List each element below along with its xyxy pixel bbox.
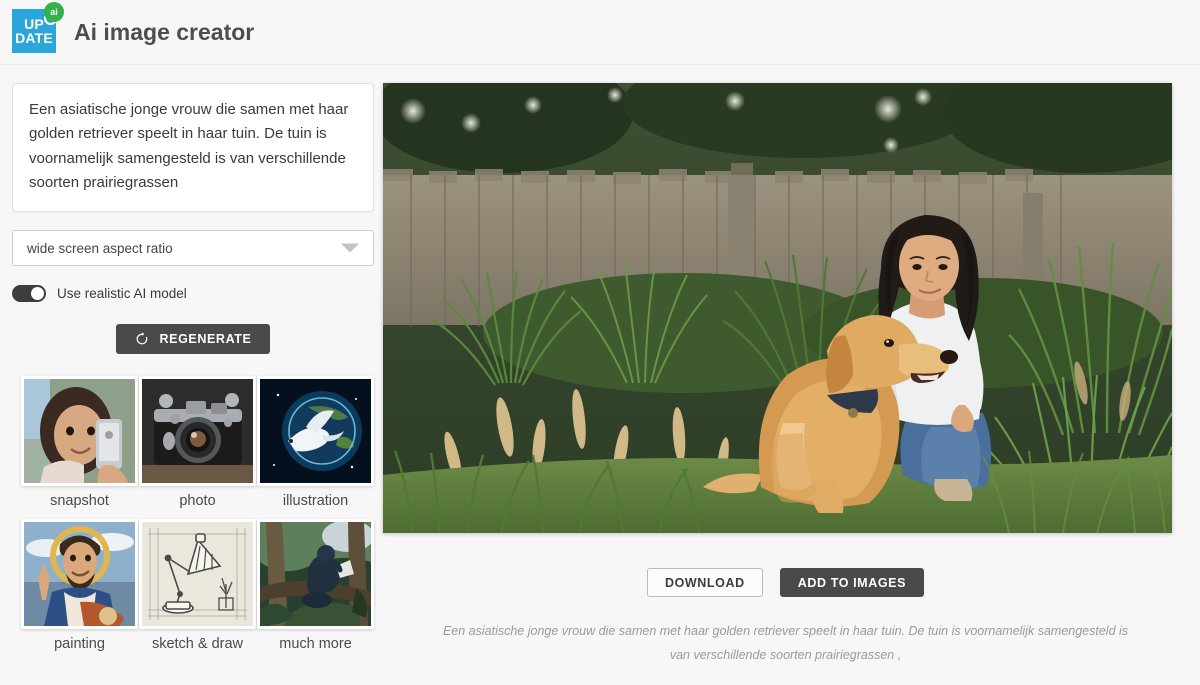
sidebar: Een asiatische jonge vrouw die samen met… — [12, 83, 374, 668]
prompt-box[interactable]: Een asiatische jonge vrouw die samen met… — [12, 83, 374, 213]
regenerate-button[interactable]: REGENERATE — [115, 324, 271, 355]
add-to-images-button[interactable]: ADD TO IMAGES — [779, 568, 925, 597]
style-label: much more — [279, 636, 352, 653]
style-label: sketch & draw — [151, 636, 244, 653]
prompt-text[interactable]: Een asiatische jonge vrouw die samen met… — [29, 98, 357, 195]
style-label: snapshot — [50, 493, 109, 510]
dove-and-earth-icon — [260, 379, 371, 484]
page-title: Ai image creator — [74, 18, 255, 45]
style-thumb-card[interactable] — [21, 376, 138, 487]
style-item-sketch-draw[interactable]: sketch & draw — [139, 519, 256, 652]
style-item-painting[interactable]: painting — [21, 519, 138, 652]
main-layout: Een asiatische jonge vrouw die samen met… — [0, 65, 1200, 668]
style-thumb-card[interactable] — [139, 519, 256, 630]
preview-panel: DOWNLOAD ADD TO IMAGES Een asiatische jo… — [374, 83, 1188, 668]
ai-image-creator-app: UP DATE ai Ai image creator Een asiatisc… — [0, 0, 1200, 685]
refresh-icon — [136, 332, 147, 345]
style-item-snapshot[interactable]: snapshot — [21, 376, 138, 509]
style-item-much-more[interactable]: much more — [257, 519, 374, 652]
realistic-model-toggle[interactable] — [12, 285, 46, 303]
logo[interactable]: UP DATE ai — [12, 2, 64, 55]
realistic-model-label: Use realistic AI model — [57, 286, 187, 302]
download-button[interactable]: DOWNLOAD — [646, 568, 763, 597]
realistic-model-toggle-row[interactable]: Use realistic AI model — [12, 285, 374, 303]
image-actions: DOWNLOAD ADD TO IMAGES — [383, 568, 1188, 597]
ai-badge: ai — [44, 2, 64, 22]
style-thumb-card[interactable] — [257, 519, 374, 630]
generated-image-card[interactable] — [383, 83, 1172, 533]
logo-line-2: DATE — [15, 30, 53, 46]
desk-lamp-sketch-icon — [142, 522, 253, 627]
style-thumb-card[interactable] — [139, 376, 256, 487]
regenerate-row: REGENERATE — [12, 324, 374, 355]
style-label: painting — [54, 636, 105, 653]
style-thumb-card[interactable] — [21, 519, 138, 630]
toggle-knob — [31, 287, 44, 301]
regenerate-label: REGENERATE — [159, 332, 252, 347]
aspect-ratio-value: wide screen aspect ratio — [27, 240, 173, 256]
style-item-photo[interactable]: photo — [139, 376, 256, 509]
chevron-down-icon — [341, 243, 359, 253]
saint-portrait-icon — [24, 522, 135, 627]
aspect-ratio-select[interactable]: wide screen aspect ratio — [12, 230, 374, 267]
app-header: UP DATE ai Ai image creator — [0, 0, 1200, 65]
ape-reading-in-tree-icon — [260, 522, 371, 627]
logo-line-1: UP — [24, 16, 44, 32]
image-caption: Een asiatische jonge vrouw die samen met… — [442, 624, 1129, 663]
vintage-camera-icon — [142, 379, 253, 484]
style-thumb-card[interactable] — [257, 376, 374, 487]
style-item-illustration[interactable]: illustration — [257, 376, 374, 509]
style-label: illustration — [282, 493, 349, 510]
girl-with-phone-icon — [24, 379, 135, 484]
style-thumbnail-grid: snapshot photo illustration painting ske… — [12, 376, 374, 652]
generated-image[interactable] — [383, 83, 1172, 533]
style-label: photo — [179, 493, 216, 510]
